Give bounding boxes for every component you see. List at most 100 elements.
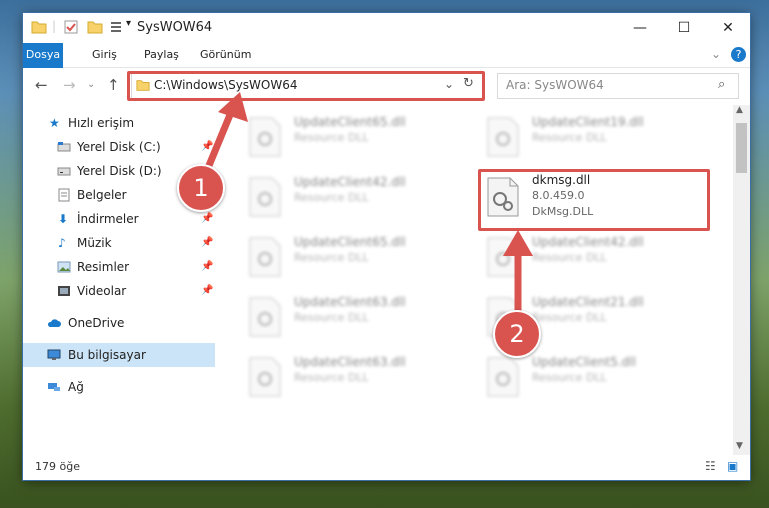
address-bar-highlight bbox=[127, 71, 485, 101]
file-item[interactable]: UpdateClient19.dll Resource DLL bbox=[478, 111, 698, 167]
download-icon: ⬇ bbox=[58, 212, 69, 226]
pin-icon[interactable]: 📌 bbox=[201, 135, 213, 159]
details-view-icon[interactable]: ☷ bbox=[705, 459, 716, 473]
file-list: UpdateClient65.dll Resource DLL UpdateCl… bbox=[223, 105, 731, 455]
file-item[interactable]: UpdateClient42.dll Resource DLL bbox=[240, 171, 460, 227]
sidebar-item-label: Hızlı erişim bbox=[68, 116, 135, 130]
file-item[interactable]: UpdateClient5.dll Resource DLL bbox=[478, 351, 698, 407]
title-bar: | ▾ SysWOW64 — ☐ ✕ bbox=[23, 13, 750, 43]
sidebar-item-label: Videolar bbox=[77, 284, 127, 298]
sidebar-item-downloads[interactable]: ⬇ İndirmeler 📌 bbox=[23, 207, 215, 231]
search-icon[interactable]: ⌕ bbox=[718, 77, 725, 92]
step-badge-2: 2 bbox=[493, 310, 541, 358]
file-name: UpdateClient65.dll bbox=[294, 235, 406, 249]
dll-file-icon bbox=[249, 117, 281, 157]
tab-home[interactable]: Giriş bbox=[83, 43, 126, 67]
properties-icon[interactable] bbox=[63, 19, 79, 35]
file-name: UpdateClient5.dll bbox=[532, 355, 636, 369]
document-icon bbox=[58, 188, 70, 202]
dll-file-icon bbox=[249, 357, 281, 397]
file-name: UpdateClient42.dll bbox=[294, 175, 406, 189]
sidebar-item-label: Belgeler bbox=[77, 188, 127, 202]
large-icons-view-icon[interactable]: ▣ bbox=[727, 459, 738, 473]
back-button[interactable]: ← bbox=[35, 76, 48, 94]
file-type: Resource DLL bbox=[532, 371, 607, 384]
ribbon-tabs: Dosya Giriş Paylaş Görünüm ⌄ ? bbox=[23, 43, 750, 99]
file-type: Resource DLL bbox=[294, 311, 369, 324]
tab-share[interactable]: Paylaş bbox=[135, 43, 188, 67]
customize-toolbar-icon[interactable] bbox=[109, 19, 125, 35]
scroll-down-icon[interactable]: ▼ bbox=[736, 441, 743, 451]
file-item[interactable]: UpdateClient65.dll Resource DLL bbox=[240, 231, 460, 287]
file-type: Resource DLL bbox=[532, 311, 607, 324]
folder-icon bbox=[31, 21, 47, 34]
sidebar-item-pictures[interactable]: Resimler 📌 bbox=[23, 255, 215, 279]
video-icon bbox=[58, 286, 70, 296]
item-count: 179 öğe bbox=[35, 460, 80, 473]
file-type: Resource DLL bbox=[294, 131, 369, 144]
sidebar-item-label: Resimler bbox=[77, 260, 130, 274]
file-name: UpdateClient65.dll bbox=[294, 115, 406, 129]
sidebar-item-label: İndirmeler bbox=[77, 212, 139, 226]
sidebar-item-videos[interactable]: Videolar 📌 bbox=[23, 279, 215, 303]
dll-file-icon bbox=[487, 357, 519, 397]
sidebar-item-this-pc[interactable]: Bu bilgisayar bbox=[23, 343, 215, 367]
file-name: UpdateClient63.dll bbox=[294, 355, 406, 369]
step-badge-1: 1 bbox=[177, 164, 225, 212]
file-type: Resource DLL bbox=[294, 251, 369, 264]
sidebar-item-network[interactable]: Ağ bbox=[23, 375, 215, 399]
navigation-pane: ★ Hızlı erişim Yerel Disk (C:) 📌 Yerel D… bbox=[23, 105, 215, 455]
up-button[interactable]: ↑ bbox=[107, 76, 120, 94]
status-bar: 179 öğe ☷ ▣ bbox=[23, 455, 750, 480]
pin-icon[interactable]: 📌 bbox=[201, 231, 213, 255]
network-icon bbox=[48, 383, 60, 391]
dll-file-icon bbox=[249, 297, 281, 337]
file-type: Resource DLL bbox=[532, 131, 607, 144]
music-icon: ♪ bbox=[58, 236, 66, 250]
tab-view[interactable]: Görünüm bbox=[191, 43, 260, 67]
file-name: UpdateClient19.dll bbox=[532, 115, 644, 129]
minimize-button[interactable]: — bbox=[618, 13, 662, 43]
maximize-button[interactable]: ☐ bbox=[662, 13, 706, 43]
file-type: Resource DLL bbox=[294, 371, 369, 384]
sidebar-item-music[interactable]: ♪ Müzik 📌 bbox=[23, 231, 215, 255]
scroll-thumb[interactable] bbox=[736, 123, 747, 173]
pin-icon[interactable]: 📌 bbox=[201, 255, 213, 279]
file-item[interactable]: UpdateClient63.dll Resource DLL bbox=[240, 351, 460, 407]
sidebar-item-label: Ağ bbox=[68, 380, 84, 394]
pin-icon[interactable]: 📌 bbox=[201, 279, 213, 303]
search-box[interactable]: Ara: SysWOW64 ⌕ bbox=[497, 73, 739, 99]
forward-button[interactable]: → bbox=[63, 76, 76, 94]
scroll-up-icon[interactable]: ▲ bbox=[736, 105, 743, 115]
new-folder-icon[interactable] bbox=[87, 19, 103, 35]
file-item[interactable]: UpdateClient63.dll Resource DLL bbox=[240, 291, 460, 347]
recent-locations-icon[interactable]: ⌄ bbox=[87, 79, 95, 90]
computer-icon bbox=[47, 349, 61, 360]
sidebar-item-label: Müzik bbox=[77, 236, 112, 250]
search-input[interactable]: Ara: SysWOW64 bbox=[506, 78, 604, 92]
dll-file-icon bbox=[249, 237, 281, 277]
help-icon[interactable]: ? bbox=[731, 47, 746, 62]
close-button[interactable]: ✕ bbox=[706, 13, 750, 43]
dll-file-icon bbox=[487, 117, 519, 157]
drive-icon bbox=[57, 167, 71, 176]
toolbar-dropdown-icon[interactable]: ▾ bbox=[126, 18, 131, 29]
file-name: UpdateClient63.dll bbox=[294, 295, 406, 309]
dll-file-icon bbox=[487, 237, 519, 277]
expand-ribbon-icon[interactable]: ⌄ bbox=[711, 47, 721, 61]
pictures-icon bbox=[57, 261, 71, 273]
sidebar-item-onedrive[interactable]: OneDrive bbox=[23, 311, 215, 335]
divider: | bbox=[52, 19, 57, 33]
sidebar-item-label: Yerel Disk (C:) bbox=[77, 140, 161, 154]
file-name: UpdateClient21.dll bbox=[532, 295, 644, 309]
file-item[interactable]: UpdateClient42.dll Resource DLL bbox=[478, 231, 698, 287]
cloud-icon bbox=[47, 319, 61, 327]
vertical-scrollbar[interactable]: ▲ ▼ bbox=[733, 105, 750, 455]
file-item[interactable]: UpdateClient65.dll Resource DLL bbox=[240, 111, 460, 167]
sidebar-item-label: Yerel Disk (D:) bbox=[77, 164, 162, 178]
sidebar-item-drive-c[interactable]: Yerel Disk (C:) 📌 bbox=[23, 135, 215, 159]
drive-icon bbox=[57, 142, 71, 152]
sidebar-item-quick-access[interactable]: ★ Hızlı erişim bbox=[23, 111, 215, 135]
file-name: UpdateClient42.dll bbox=[532, 235, 644, 249]
star-icon: ★ bbox=[49, 116, 60, 130]
